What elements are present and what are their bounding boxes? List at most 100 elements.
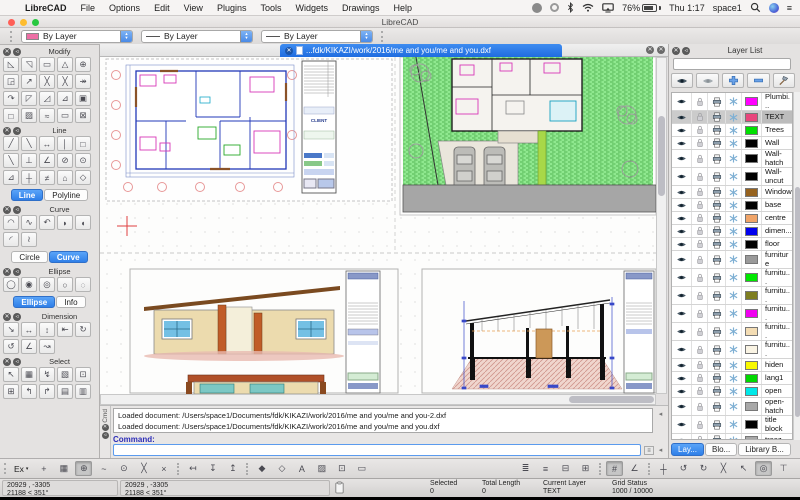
tab-info[interactable]: Info [56,296,85,308]
menu-widgets[interactable]: Widgets [288,3,335,13]
drawing-canvas[interactable]: CLIENT [100,57,656,394]
float-icon[interactable]: ◃ [682,47,690,55]
curve-tool-icon[interactable]: ◜ [3,232,19,247]
menu-help[interactable]: Help [387,3,420,13]
modify-tool-icon[interactable]: ◹ [21,57,37,72]
modify-tool-icon[interactable]: ◲ [3,74,19,89]
menu-librecad[interactable]: LibreCAD [18,3,74,13]
tabbar-button-icon[interactable]: ✕ [646,46,654,54]
ellipse-tool-icon[interactable]: ◯ [3,277,19,292]
canvas-horizontal-scrollbar[interactable] [100,394,656,405]
modify-tool-icon[interactable]: ↠ [75,74,91,89]
layer-row-window[interactable]: Window [672,186,792,199]
pen-color-dropdown[interactable]: By Layer ▲▼ [21,30,133,43]
select-tool-icon[interactable]: ⊞ [3,384,19,399]
scrollbar-thumb[interactable] [658,116,665,196]
layer-print-icon[interactable] [708,186,726,198]
command-history[interactable]: Loaded document: /Users/space1/Documents… [113,408,653,433]
layer-visible-icon[interactable] [672,323,692,340]
layer-color-swatch[interactable] [742,212,762,224]
modify-tool-icon[interactable]: ⊠ [75,108,91,123]
layer-color-swatch[interactable] [742,385,762,397]
layer-lock-icon[interactable] [692,416,708,433]
pen-linetype-dropdown[interactable]: By Layer ▲▼ [261,30,373,43]
close-icon[interactable]: ✕ [3,358,11,366]
layer-print-icon[interactable] [708,287,726,304]
layer-name[interactable]: Plumbi... [762,93,792,110]
dimension-tool-icon[interactable]: ↕ [39,322,55,337]
close-icon[interactable]: ✕ [3,48,11,56]
snap-tool-icon[interactable]: ╳ [135,461,152,476]
line-tool-icon[interactable]: ◇ [75,170,91,185]
ellipse-tool-icon[interactable]: ◎ [39,277,55,292]
layer-construction-icon[interactable] [726,111,742,123]
layer-construction-icon[interactable] [726,150,742,167]
modify-tool-icon[interactable]: ↗ [21,74,37,89]
line-tool-icon[interactable]: ╲ [21,136,37,151]
layer-print-icon[interactable] [708,269,726,286]
dropdown-stepper-icon[interactable]: ▲▼ [360,31,372,42]
layer-name[interactable]: furnitu... [762,323,792,340]
layer-color-swatch[interactable] [742,305,762,322]
siri-icon[interactable] [769,3,779,13]
layer-visible-icon[interactable] [672,416,692,433]
layer-lock-icon[interactable] [692,372,708,384]
select-tool-icon[interactable]: ▤ [57,384,73,399]
layer-construction-icon[interactable] [726,359,742,371]
layer-construction-icon[interactable] [726,269,742,286]
layer-visible-icon[interactable] [672,434,692,440]
snap-tool-icon[interactable]: ⊟ [557,461,574,476]
layer-color-swatch[interactable] [742,398,762,415]
layer-print-icon[interactable] [708,416,726,433]
layer-row-dimen-[interactable]: dimen... [672,225,792,238]
snap-tool-icon[interactable]: ◎ [755,461,772,476]
layer-construction-icon[interactable] [726,372,742,384]
snap-tool-icon[interactable]: ⊙ [115,461,132,476]
layer-row-trees[interactable]: Trees [672,124,792,137]
layer-visible-icon[interactable] [672,238,692,250]
dock-tab-libraryb[interactable]: Library B... [738,443,791,456]
ellipse-tool-icon[interactable]: ◌ [75,277,91,292]
layer-construction-icon[interactable] [726,238,742,250]
dock-tab-blo[interactable]: Blo... [705,443,737,456]
layer-lock-icon[interactable] [692,323,708,340]
line-tool-icon[interactable]: ⊙ [75,153,91,168]
snap-tool-icon[interactable]: ≣ [517,461,534,476]
snap-tool-icon[interactable]: ↤ [184,461,201,476]
document-tab[interactable]: ✕ ...fdk/KIKAZI/work/2016/me and you/me … [280,44,562,57]
layer-name[interactable]: treez [762,436,792,440]
layer-visible-icon[interactable] [672,225,692,237]
layer-row-open-hatch[interactable]: open-hatch [672,398,792,416]
notification-center-icon[interactable]: ≡ [787,3,792,13]
layer-construction-icon[interactable] [726,305,742,322]
ellipse-tool-icon[interactable]: ◉ [21,277,37,292]
command-input[interactable] [113,444,641,456]
close-icon[interactable]: ✕ [3,127,11,135]
layer-name[interactable]: open [762,387,792,396]
display-icon[interactable] [602,3,614,13]
menu-tools[interactable]: Tools [253,3,288,13]
select-tool-icon[interactable]: ↱ [39,384,55,399]
layer-name[interactable]: Trees [762,126,792,135]
tab-line[interactable]: Line [11,189,43,201]
float-icon[interactable]: ◃ [13,48,21,56]
line-tool-icon[interactable]: ↔ [39,136,55,151]
tab-close-icon[interactable]: ✕ [285,47,293,55]
layer-color-swatch[interactable] [742,238,762,250]
menu-edit[interactable]: Edit [147,3,177,13]
layer-lock-icon[interactable] [692,269,708,286]
line-tool-icon[interactable]: ≠ [39,170,55,185]
toolbar-grip[interactable] [4,463,7,474]
tab-circle[interactable]: Circle [11,251,47,263]
toolbar-grip[interactable] [10,31,13,42]
layer-row-treez[interactable]: treez [672,434,792,440]
layer-color-swatch[interactable] [742,186,762,198]
close-icon[interactable]: ✕ [102,424,109,431]
curve-tool-icon[interactable]: ≀ [21,232,37,247]
layer-row-furniture[interactable]: furniture [672,251,792,269]
modify-tool-icon[interactable]: △ [57,57,73,72]
modify-tool-icon[interactable]: ≈ [39,108,55,123]
layer-lock-icon[interactable] [692,238,708,250]
layer-color-swatch[interactable] [742,168,762,185]
menu-view[interactable]: View [177,3,210,13]
